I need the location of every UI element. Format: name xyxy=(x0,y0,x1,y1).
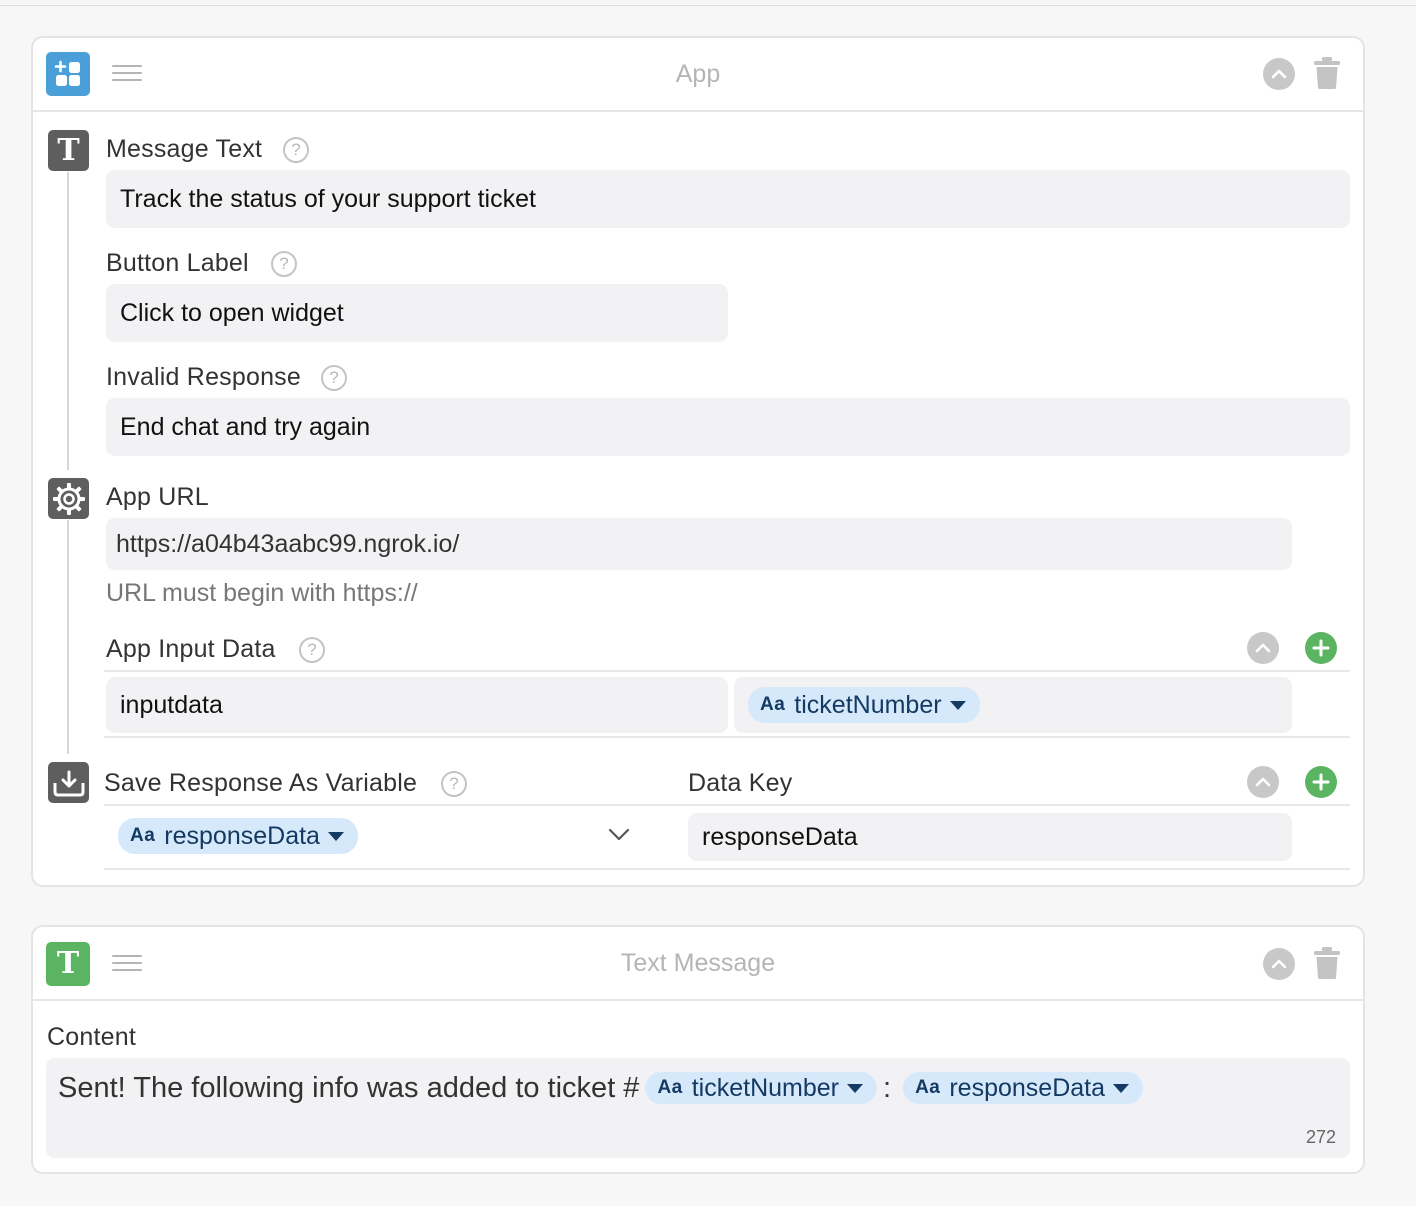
delete-block-trash-icon[interactable] xyxy=(1313,56,1341,90)
variable-chip-ticketnumber[interactable]: Aa ticketNumber xyxy=(748,687,980,723)
app-block-header: App xyxy=(33,38,1363,112)
invalid-response-help-icon[interactable]: ? xyxy=(321,365,347,391)
app-url-label: App URL xyxy=(106,483,209,511)
save-variable-select[interactable]: Aa responseData xyxy=(118,818,648,854)
caret-down-icon xyxy=(847,1083,863,1093)
text-message-title: Text Message xyxy=(620,949,776,977)
collapse-input-data-button[interactable] xyxy=(1247,632,1279,664)
variable-chip-responsedata[interactable]: Aa responseData xyxy=(903,1072,1144,1104)
chip-label: responseData xyxy=(164,821,320,850)
button-label-label: Button Label xyxy=(106,249,249,277)
data-key-label: Data Key xyxy=(688,769,793,797)
content-separator: : xyxy=(883,1071,892,1104)
button-label-help-icon[interactable]: ? xyxy=(271,251,297,277)
button-label-input[interactable]: Click to open widget xyxy=(106,284,728,342)
chip-label: responseData xyxy=(949,1073,1106,1102)
save-step-icon xyxy=(48,762,89,803)
collapse-block-button[interactable] xyxy=(1263,948,1295,980)
content-textarea[interactable]: Sent! The following info was added to ti… xyxy=(46,1058,1350,1158)
text-type-icon: Aa xyxy=(130,825,156,846)
chip-label: ticketNumber xyxy=(691,1073,839,1102)
message-text-input[interactable]: Track the status of your support ticket xyxy=(106,170,1350,228)
app-url-hint: URL must begin with https:// xyxy=(106,579,418,607)
input-data-value-field[interactable]: Aa ticketNumber xyxy=(734,677,1292,733)
variable-chip-responsedata[interactable]: Aa responseData xyxy=(118,818,358,854)
variable-chip-ticketnumber[interactable]: Aa ticketNumber xyxy=(645,1072,877,1104)
caret-down-icon xyxy=(1113,1083,1130,1093)
save-response-label: Save Response As Variable xyxy=(104,769,418,797)
top-divider xyxy=(0,5,1416,6)
collapse-save-response-button[interactable] xyxy=(1247,766,1279,798)
settings-step-icon xyxy=(48,478,89,519)
save-response-help-icon[interactable]: ? xyxy=(441,771,467,797)
text-message-header: T Text Message xyxy=(33,927,1363,1001)
caret-down-icon xyxy=(949,700,966,710)
message-text-help-icon[interactable]: ? xyxy=(283,137,309,163)
app-url-input[interactable]: https://a04b43aabc99.ngrok.io/ xyxy=(106,518,1292,570)
app-input-data-help-icon[interactable]: ? xyxy=(299,637,325,663)
step-connector-line xyxy=(67,172,69,470)
invalid-response-input[interactable]: End chat and try again xyxy=(106,398,1350,456)
delete-block-trash-icon[interactable] xyxy=(1313,946,1341,980)
save-response-row-divider xyxy=(104,868,1350,870)
content-text: Sent! The following info was added to ti… xyxy=(58,1071,640,1104)
message-text-label: Message Text xyxy=(106,135,263,163)
app-input-data-label: App Input Data xyxy=(106,635,276,663)
input-data-row-divider xyxy=(104,736,1350,738)
input-data-divider xyxy=(104,670,1350,672)
input-data-key-input[interactable]: inputdata xyxy=(106,677,728,733)
content-text-line: Sent! The following info was added to ti… xyxy=(58,1070,1144,1106)
text-step-icon: T xyxy=(48,130,89,171)
text-type-icon: Aa xyxy=(915,1077,941,1098)
text-type-icon: Aa xyxy=(760,694,786,715)
save-response-divider xyxy=(104,804,1350,806)
caret-down-icon xyxy=(327,831,344,841)
chip-label: ticketNumber xyxy=(794,690,942,719)
collapse-block-button[interactable] xyxy=(1263,58,1295,90)
chevron-down-icon[interactable] xyxy=(608,828,630,842)
step-connector-line xyxy=(67,520,69,754)
content-label: Content xyxy=(47,1023,136,1051)
add-input-data-button[interactable] xyxy=(1305,632,1337,664)
add-save-response-button[interactable] xyxy=(1305,766,1337,798)
invalid-response-label: Invalid Response xyxy=(106,363,301,391)
data-key-input[interactable]: responseData xyxy=(688,813,1292,861)
app-block-title: App xyxy=(675,60,721,88)
character-count: 272 xyxy=(1305,1127,1336,1147)
text-type-icon: Aa xyxy=(657,1077,683,1098)
